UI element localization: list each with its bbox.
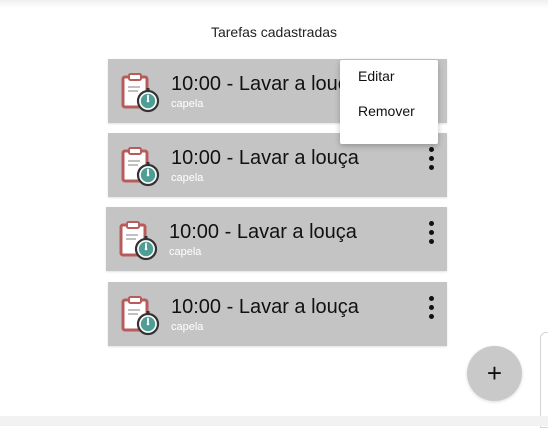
- menu-item-edit[interactable]: Editar: [358, 68, 395, 84]
- task-card[interactable]: 10:00 - Lavar a louça capela: [108, 282, 447, 346]
- more-vertical-icon[interactable]: [421, 143, 441, 175]
- add-task-button[interactable]: +: [467, 346, 522, 401]
- more-vertical-icon[interactable]: [421, 292, 441, 324]
- menu-item-remove[interactable]: Remover: [358, 103, 415, 119]
- more-vertical-icon[interactable]: [421, 217, 441, 249]
- clipboard-stopwatch-icon: [121, 147, 160, 187]
- task-title: 10:00 - Lavar a louça: [171, 147, 359, 169]
- side-sheet-edge: [540, 332, 548, 428]
- page-title: Tarefas cadastradas: [210, 24, 338, 40]
- clipboard-stopwatch-icon: [119, 221, 158, 261]
- task-subtitle: capela: [169, 246, 202, 258]
- task-subtitle: capela: [171, 321, 204, 333]
- task-subtitle: capela: [171, 98, 204, 110]
- plus-icon: +: [486, 358, 503, 388]
- task-context-menu: Editar Remover: [340, 60, 438, 144]
- bottom-bar: [0, 416, 548, 426]
- clipboard-stopwatch-icon: [121, 73, 160, 113]
- task-subtitle: capela: [171, 172, 204, 184]
- top-shadow-bar: [0, 0, 548, 8]
- task-card[interactable]: 10:00 - Lavar a louça capela: [106, 207, 447, 271]
- task-title: 10:00 - Lavar a louça: [169, 221, 357, 243]
- task-title: 10:00 - Lavar a louça: [171, 296, 359, 318]
- clipboard-stopwatch-icon: [121, 296, 160, 336]
- task-title: 10:00 - Lavar a louça: [171, 73, 359, 95]
